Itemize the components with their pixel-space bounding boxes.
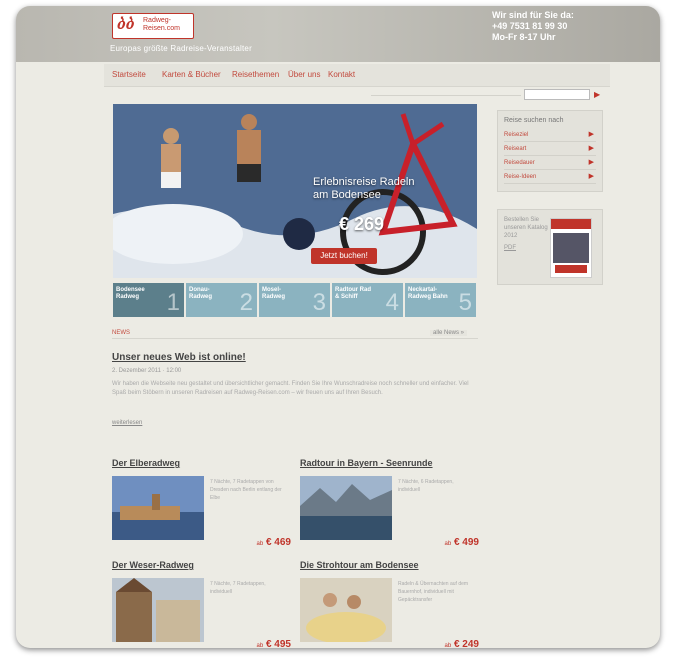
catalog-cover-image[interactable] — [550, 218, 592, 278]
hero-photo — [113, 104, 477, 278]
logo[interactable]: ბბ Radweg- Reisen.com — [112, 13, 194, 39]
hero-price: € 269 — [339, 214, 385, 234]
search-arrow-icon[interactable]: ▶ — [594, 90, 600, 99]
arrow-right-icon: ▶ — [588, 159, 594, 166]
news-read-more[interactable]: weiterlesen — [112, 420, 142, 426]
tour-photo — [112, 578, 204, 642]
tour-photo — [300, 578, 392, 642]
hero-tabs: Bodensee Radweg 1 Donau-Radweg 2 Mosel-Rad… — [113, 283, 477, 317]
news-section-label[interactable]: NEWS — [112, 330, 130, 336]
news-title[interactable]: Unser neues Web ist online! — [112, 352, 246, 363]
search-bar: ▶ — [371, 89, 609, 100]
arrow-right-icon: ▶ — [588, 173, 594, 180]
tour-card[interactable]: Radtour in Bayern - Seenrunde 7 Nächte, … — [300, 458, 479, 548]
header-bar: ბბ Radweg- Reisen.com Europas größte Radr… — [16, 6, 660, 62]
hero-banner[interactable]: Erlebnisreise Radeln am Bodensee € 269 J… — [113, 104, 477, 278]
nav-reisethemen[interactable]: Reisethemen — [232, 70, 279, 79]
tab-5[interactable]: Neckartal-Radweg Bahn 5 — [405, 283, 476, 317]
tab-1[interactable]: Bodensee Radweg 1 — [113, 283, 184, 317]
search-by-box: Reise suchen nach Reiseziel ▶ Reiseart ▶ R… — [497, 110, 603, 192]
news-body: Wir haben die Webseite neu gestaltet und… — [112, 381, 469, 396]
tour-card[interactable]: Der Elberadweg 7 Nächte, 7 Radetappen vo… — [112, 458, 291, 548]
contact-info: Wir sind für Sie da: +49 7531 81 99 30 M… — [492, 10, 574, 42]
tour-photo — [112, 476, 204, 540]
search-by-item[interactable]: Reiseart ▶ — [504, 143, 596, 156]
tab-2[interactable]: Donau-Radweg 2 — [186, 283, 257, 317]
tab-3[interactable]: Mosel-Radweg 3 — [259, 283, 330, 317]
news-date: 2. Dezember 2011 · 12:00 — [112, 368, 182, 374]
nav-kontakt[interactable]: Kontakt — [328, 70, 355, 79]
tour-card[interactable]: Die Strohtour am Bodensee Radeln & Übern… — [300, 560, 479, 648]
tour-photo — [300, 476, 392, 540]
catalog-text: Bestellen Sie unseren Katalog 2012 PDF — [504, 216, 552, 252]
book-now-button[interactable]: Jetzt buchen! — [311, 248, 377, 264]
catalog-link[interactable]: PDF — [504, 244, 552, 252]
tab-4[interactable]: Radtour Rad & Schiff 4 — [332, 283, 403, 317]
bike-logo-icon: ბბ — [117, 17, 135, 33]
tagline: Europas größte Radreise-Veranstalter — [110, 44, 252, 53]
search-by-item[interactable]: Reiseziel ▶ — [504, 129, 596, 142]
search-by-heading: Reise suchen nach — [504, 117, 564, 124]
nav-karten[interactable]: Karten & Bücher — [162, 70, 221, 79]
nav-ueber-uns[interactable]: Über uns — [288, 70, 320, 79]
arrow-right-icon: ▶ — [588, 145, 594, 152]
search-input[interactable] — [524, 89, 590, 100]
news-more-link[interactable]: alle News » — [430, 330, 468, 336]
search-by-item[interactable]: Reise-Ideen ▶ — [504, 171, 596, 184]
catalog-box[interactable]: Bestellen Sie unseren Katalog 2012 PDF — [497, 209, 603, 285]
page-frame: ბბ Radweg- Reisen.com Europas größte Radr… — [16, 6, 660, 648]
nav-startseite[interactable]: Startseite — [112, 70, 146, 79]
hero-headline: Erlebnisreise Radeln am Bodensee — [313, 176, 415, 201]
search-by-item[interactable]: Reisedauer ▶ — [504, 157, 596, 170]
arrow-right-icon: ▶ — [588, 131, 594, 138]
main-nav: Startseite Karten & Bücher Reisethemen Ü… — [104, 64, 610, 87]
tour-card[interactable]: Der Weser-Radweg 7 Nächte, 7 Radetappen,… — [112, 560, 291, 648]
